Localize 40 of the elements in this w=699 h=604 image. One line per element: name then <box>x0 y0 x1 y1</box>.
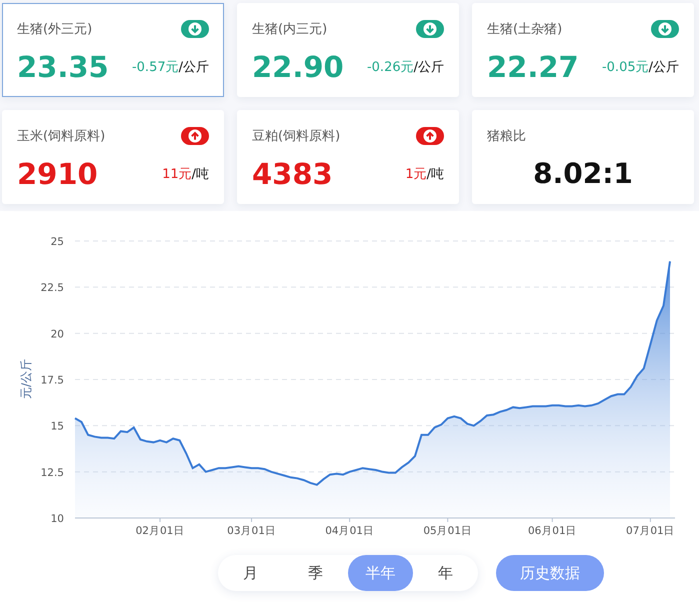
price-change: -0.57元/公斤 <box>132 59 209 76</box>
card-title: 生猪(内三元) <box>252 21 328 38</box>
period-tab[interactable]: 季 <box>283 555 348 591</box>
price-card[interactable]: 猪粮比 8.02:1 <box>472 110 694 204</box>
price-card[interactable]: 生猪(内三元) 22.90 -0.26元/公斤 <box>237 3 459 97</box>
price-change: -0.05元/公斤 <box>602 59 679 76</box>
price-change: 1元/吨 <box>405 166 444 183</box>
card-title: 豆粕(饲料原料) <box>252 128 340 145</box>
ratio-value: 8.02:1 <box>533 157 633 190</box>
price-card[interactable]: 生猪(土杂猪) 22.27 -0.05元/公斤 <box>472 3 694 97</box>
axis-tick-label: 05月01日 <box>423 525 472 537</box>
price-value: 2910 <box>17 157 98 191</box>
axis-tick-label: 15 <box>50 420 64 433</box>
price-value: 23.35 <box>17 50 109 84</box>
period-tab[interactable]: 年 <box>413 555 478 591</box>
price-change: -0.26元/公斤 <box>366 59 444 76</box>
axis-tick-label: 20 <box>50 328 64 340</box>
axis-tick-label: 22.5 <box>40 282 64 294</box>
price-change: 11元/吨 <box>162 166 209 183</box>
axis-tick-label: 25 <box>50 236 64 248</box>
card-title: 猪粮比 <box>487 128 526 145</box>
axis-tick-label: 02月01日 <box>136 525 184 537</box>
price-value: 4383 <box>252 157 333 191</box>
price-value: 22.27 <box>487 50 579 84</box>
card-title: 玉米(饲料原料) <box>17 128 106 145</box>
axis-tick-label: 07月01日 <box>626 525 675 537</box>
card-title: 生猪(土杂猪) <box>487 21 562 38</box>
axis-tick-label: 17.5 <box>40 374 64 386</box>
axis-tick-label: 06月01日 <box>528 525 577 537</box>
price-card[interactable]: 生猪(外三元) 23.35 -0.57元/公斤 <box>2 3 224 97</box>
price-card[interactable]: 玉米(饲料原料) 2910 11元/吨 <box>2 110 224 204</box>
axis-title: 元/公斤 <box>19 358 33 400</box>
axis-tick-label: 12.5 <box>40 466 64 479</box>
axis-tick-label: 10 <box>50 513 64 525</box>
period-tab[interactable]: 月 <box>218 555 283 591</box>
price-value: 22.90 <box>252 50 344 84</box>
axis-tick-label: 03月01日 <box>227 525 276 537</box>
card-title: 生猪(外三元) <box>17 21 92 38</box>
price-card[interactable]: 豆粕(饲料原料) 4383 1元/吨 <box>237 110 459 204</box>
axis-tick-label: 04月01日 <box>325 525 374 537</box>
